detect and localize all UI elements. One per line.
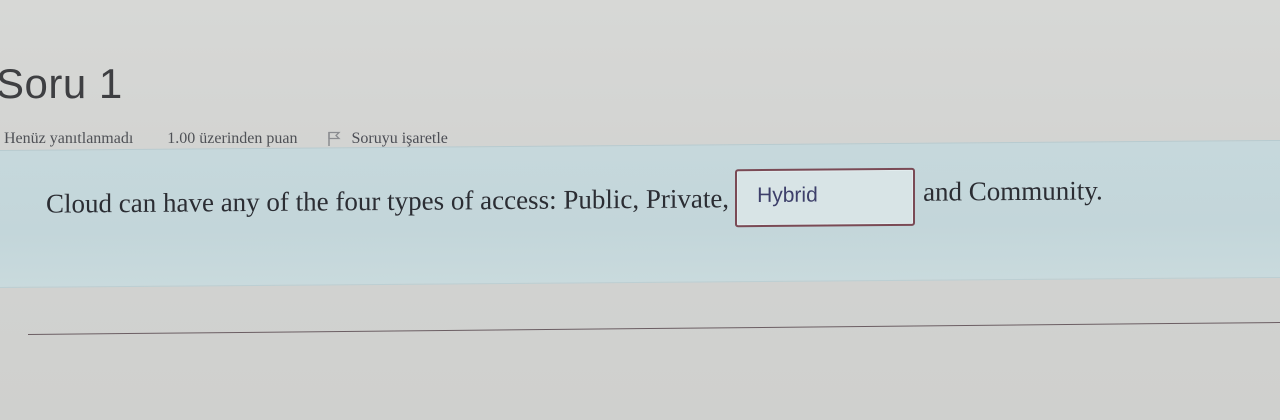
divider (28, 321, 1280, 335)
answer-input[interactable] (735, 167, 916, 228)
question-text-before: Cloud can have any of the four types of … (46, 182, 730, 219)
flag-question-label: Soruyu işaretle (351, 130, 448, 147)
flag-question-link[interactable]: Soruyu işaretle (327, 130, 448, 148)
flag-icon (327, 131, 342, 147)
question-content: Cloud can have any of the four types of … (0, 139, 1280, 288)
question-text: Cloud can have any of the four types of … (46, 166, 1103, 232)
question-title: Soru 1 (0, 60, 123, 107)
question-grade: 1.00 üzerinden puan (167, 130, 298, 147)
question-text-after: and Community. (923, 174, 1103, 207)
question-status: Henüz yanıtlanmadı (4, 130, 134, 147)
